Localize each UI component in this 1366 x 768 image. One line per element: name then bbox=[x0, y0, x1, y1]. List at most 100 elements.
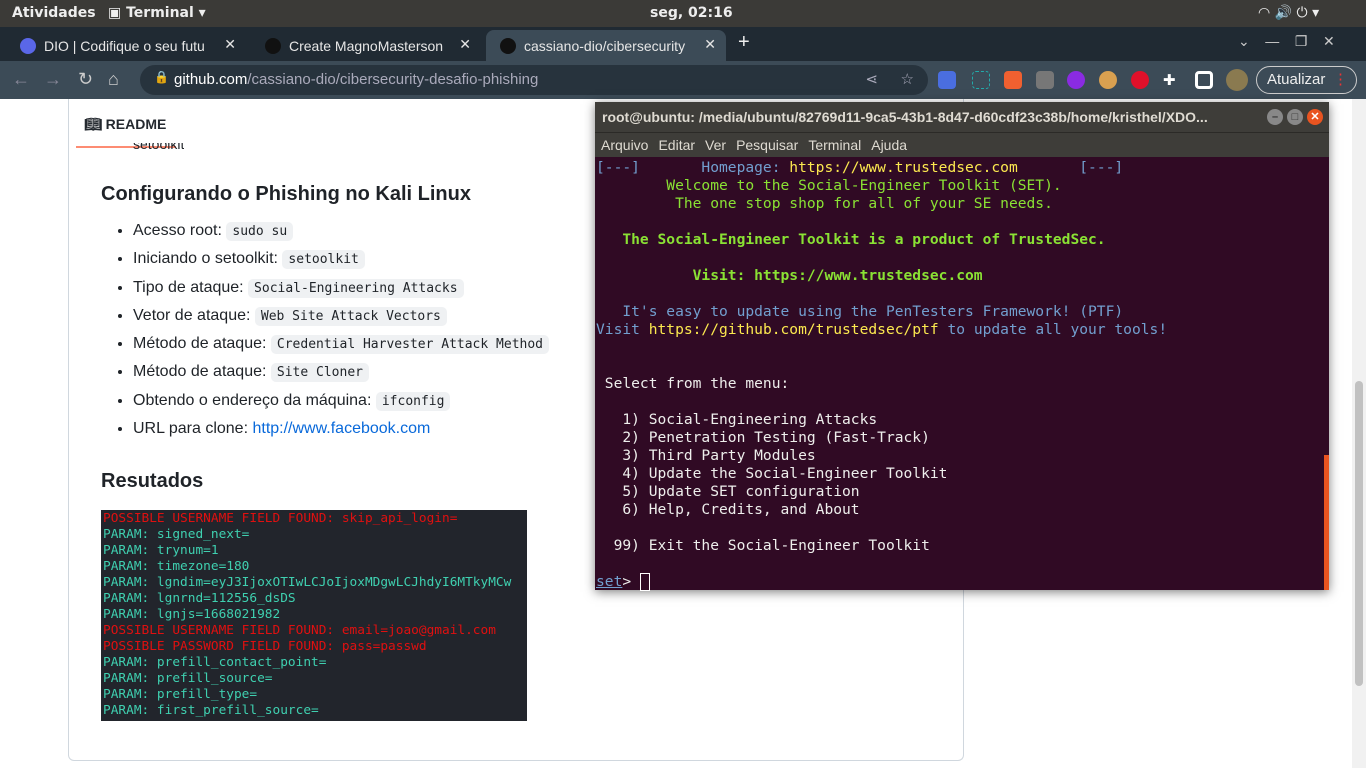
list-item: Obtendo o endereço da máquina: ifconfig bbox=[133, 391, 549, 420]
menu-ajuda[interactable]: Ajuda bbox=[871, 137, 907, 153]
terminal-text: 4) Update the Social-Engineer Toolkit bbox=[596, 465, 948, 482]
lock-icon: 🔒 bbox=[154, 70, 169, 84]
translate-extension-icon[interactable] bbox=[938, 71, 956, 89]
url-path: /cassiano-dio/cibersecurity-desafio-phis… bbox=[247, 71, 539, 88]
list-item: Vetor de ataque: Web Site Attack Vectors bbox=[133, 306, 549, 335]
system-top-bar: Atividades ▣ Terminal ▾ seg, 02:16 ◠ 🔊 ⏻… bbox=[0, 0, 1366, 27]
close-button[interactable]: ✕ bbox=[1307, 109, 1323, 125]
menu-editar[interactable]: Editar bbox=[658, 137, 695, 153]
download-extension-icon[interactable] bbox=[1036, 71, 1054, 89]
tab-label: DIO | Codifique o seu futu bbox=[44, 37, 205, 54]
result-line: PARAM: first_prefill_source= bbox=[103, 703, 319, 718]
reading-list-icon[interactable] bbox=[1195, 71, 1213, 89]
clock[interactable]: seg, 02:16 bbox=[650, 5, 733, 21]
terminal-line: The Social-Engineer Toolkit is a product… bbox=[596, 231, 1329, 249]
new-tab-button[interactable]: + bbox=[738, 31, 750, 54]
result-line: POSSIBLE USERNAME FIELD FOUND: email=joa… bbox=[103, 623, 496, 638]
adblock-plus-icon[interactable] bbox=[1131, 71, 1149, 89]
terminal-text: 6) Help, Credits, and About bbox=[596, 501, 860, 518]
window-controls[interactable]: ⌄ — ❐ ✕ bbox=[1238, 33, 1335, 50]
list-item: Método de ataque: Site Cloner bbox=[133, 363, 549, 391]
item-label: Vetor de ataque: bbox=[133, 306, 255, 324]
result-line: POSSIBLE PASSWORD FIELD FOUND: pass=pass… bbox=[103, 639, 427, 654]
menu-pesquisar[interactable]: Pesquisar bbox=[736, 137, 798, 153]
inline-code: ifconfig bbox=[375, 391, 451, 411]
readme-tab-label: README bbox=[105, 116, 167, 132]
home-button[interactable]: ⌂ bbox=[108, 69, 119, 90]
terminal-line: 5) Update SET configuration bbox=[596, 483, 1329, 501]
prompt-name: set bbox=[596, 573, 623, 590]
item-label: Acesso root: bbox=[133, 222, 227, 239]
browser-toolbar: ← → ↻ ⌂ 🔒 github.com/cassiano-dio/ciberse… bbox=[0, 61, 1366, 99]
extensions-puzzle-icon[interactable]: ✚ bbox=[1163, 71, 1181, 89]
item-label: URL para clone: bbox=[133, 420, 253, 438]
address-bar[interactable]: 🔒 github.com/cassiano-dio/cibersecurity-d… bbox=[140, 65, 928, 95]
maximize-button[interactable]: □ bbox=[1287, 109, 1303, 125]
back-button[interactable]: ← bbox=[12, 69, 30, 90]
prompt-suffix: > bbox=[622, 573, 640, 590]
list-item: Acesso root: sudo su bbox=[133, 222, 549, 250]
terminal-text: https://www.trustedsec.com bbox=[789, 159, 1018, 176]
tab-label: cassiano-dio/cibersecurity bbox=[524, 37, 686, 54]
megaphone-extension-icon[interactable] bbox=[1004, 71, 1022, 89]
readme-tab[interactable]: 📖︎ README bbox=[84, 116, 166, 133]
github-icon bbox=[265, 37, 281, 54]
tab-dio[interactable]: DIO | Codifique o seu futu ✕ bbox=[6, 30, 246, 61]
terminal-line: Visit: https://www.trustedsec.com bbox=[596, 267, 1329, 285]
close-tab-icon[interactable]: ✕ bbox=[459, 36, 471, 53]
page-scrollbar[interactable] bbox=[1352, 99, 1366, 768]
app-menu[interactable]: ▣ Terminal ▾ bbox=[108, 5, 206, 21]
book-icon: 📖︎ bbox=[84, 116, 106, 132]
tab-create-magno[interactable]: Create MagnoMasterson ✕ bbox=[251, 30, 481, 61]
list-item: URL para clone: http://www.facebook.com bbox=[133, 420, 549, 448]
terminal-prompt[interactable]: set> bbox=[596, 573, 1329, 591]
terminal-line: Visit https://github.com/trustedsec/ptf … bbox=[596, 321, 1329, 339]
terminal-text: Visit: https://www.trustedsec.com bbox=[596, 267, 983, 284]
system-status-icons[interactable]: ◠ 🔊 ⏻ ▾ bbox=[1258, 5, 1319, 21]
close-tab-icon[interactable]: ✕ bbox=[224, 36, 236, 53]
menu-arquivo[interactable]: Arquivo bbox=[601, 137, 648, 153]
reload-button[interactable]: ↻ bbox=[78, 69, 93, 90]
terminal-text: [---] bbox=[1017, 159, 1124, 176]
avatar[interactable] bbox=[1226, 69, 1248, 91]
terminal-title-bar[interactable]: root@ubuntu: /media/ubuntu/82769d11-9ca5… bbox=[595, 102, 1329, 132]
update-button[interactable]: Atualizar ⋮ bbox=[1256, 66, 1357, 94]
bookmark-star-icon[interactable]: ☆ bbox=[901, 70, 914, 88]
cookie-extension-icon[interactable] bbox=[1099, 71, 1117, 89]
terminal-line: 1) Social-Engineering Attacks bbox=[596, 411, 1329, 429]
share-icon[interactable]: ⋖ bbox=[865, 70, 878, 88]
list-item: Tipo de ataque: Social-Engineering Attac… bbox=[133, 278, 549, 307]
scrollbar-thumb[interactable] bbox=[1355, 381, 1363, 686]
minimize-button[interactable]: – bbox=[1267, 109, 1283, 125]
terminal-text: It's easy to update using the PenTesters… bbox=[596, 303, 1124, 320]
result-line: PARAM: lgnjs=1668021982 bbox=[103, 607, 281, 622]
terminal-output[interactable]: [---] Homepage: https://www.trustedsec.c… bbox=[595, 157, 1329, 591]
terminal-line: Select from the menu: bbox=[596, 375, 1329, 393]
close-tab-icon[interactable]: ✕ bbox=[704, 36, 716, 53]
activities-button[interactable]: Atividades bbox=[12, 5, 96, 21]
terminal-text: 5) Update SET configuration bbox=[596, 483, 860, 500]
cut-off-text: setoolkit bbox=[133, 143, 184, 149]
results-heading: Resutados bbox=[101, 470, 204, 492]
terminal-text: The Social-Engineer Toolkit is a product… bbox=[596, 231, 1106, 248]
terminal-line: The one stop shop for all of your SE nee… bbox=[596, 195, 1329, 213]
n-extension-icon[interactable] bbox=[972, 71, 990, 89]
media-extension-icon[interactable] bbox=[1067, 71, 1085, 89]
forward-button[interactable]: → bbox=[44, 69, 62, 90]
item-label: Tipo de ataque: bbox=[133, 278, 249, 296]
terminal-line: 6) Help, Credits, and About bbox=[596, 501, 1329, 519]
result-line: PARAM: prefill_source= bbox=[103, 671, 273, 686]
terminal-line: 99) Exit the Social-Engineer Toolkit bbox=[596, 537, 1329, 555]
facebook-link[interactable]: http://www.facebook.com bbox=[252, 420, 430, 437]
terminal-window: root@ubuntu: /media/ubuntu/82769d11-9ca5… bbox=[595, 102, 1329, 591]
result-line: PARAM: prefill_type= bbox=[103, 687, 258, 702]
menu-ver[interactable]: Ver bbox=[705, 137, 726, 153]
terminal-text: https://github.com/trustedsec/ptf bbox=[648, 321, 939, 338]
result-line: POSSIBLE USERNAME FIELD FOUND: skip_api_… bbox=[103, 511, 458, 526]
terminal-scrollbar[interactable] bbox=[1324, 455, 1329, 590]
menu-terminal[interactable]: Terminal bbox=[808, 137, 861, 153]
tab-cassiano-dio[interactable]: cassiano-dio/cibersecurity ✕ bbox=[486, 30, 726, 61]
